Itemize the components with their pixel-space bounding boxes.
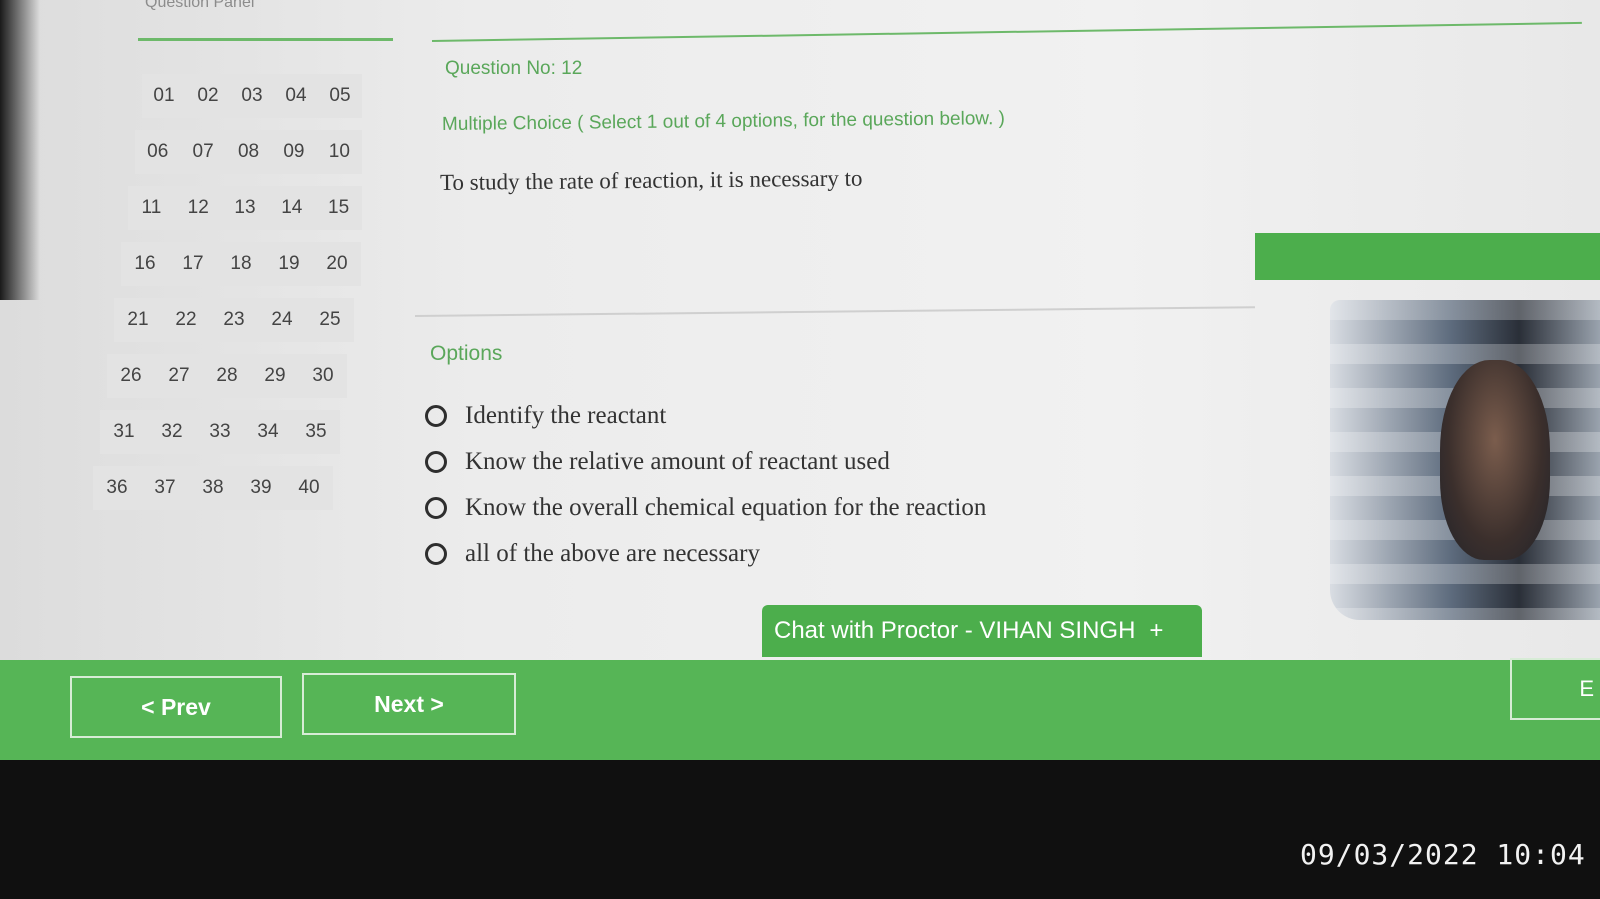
question-grid-row: 16 17 18 19 20: [121, 236, 362, 292]
question-number-button[interactable]: 26: [107, 354, 155, 398]
question-number-button[interactable]: 39: [237, 466, 285, 510]
question-number-button[interactable]: 02: [186, 74, 230, 118]
question-grid-row: 26 27 28 29 30: [107, 348, 362, 404]
question-grid-row: 11 12 13 14 15: [128, 180, 362, 236]
question-number-button[interactable]: 32: [148, 410, 196, 454]
question-number-button[interactable]: 24: [258, 298, 306, 342]
question-divider: [414, 306, 1255, 317]
question-number-button[interactable]: 04: [274, 74, 318, 118]
question-number-button[interactable]: 23: [210, 298, 258, 342]
header-rule: [431, 21, 1582, 42]
option-4-radio[interactable]: [425, 543, 447, 565]
question-number-button[interactable]: 10: [316, 130, 363, 174]
question-number-button[interactable]: 27: [155, 354, 203, 398]
question-number-button[interactable]: 21: [114, 298, 162, 342]
option-3[interactable]: Know the overall chemical equation for t…: [425, 485, 986, 531]
question-number-button[interactable]: 30: [299, 354, 347, 398]
question-number-button[interactable]: 03: [230, 74, 274, 118]
end-exam-button[interactable]: E: [1510, 658, 1600, 720]
question-number-button[interactable]: 11: [128, 186, 175, 230]
question-number-button[interactable]: 20: [313, 242, 361, 286]
question-number-button[interactable]: 06: [135, 130, 181, 174]
question-number-button[interactable]: 35: [292, 410, 340, 454]
options-list: Identify the reactant Know the relative …: [425, 393, 986, 577]
question-grid-row: 31 32 33 34 35: [100, 404, 362, 460]
question-number-button[interactable]: 17: [169, 242, 217, 286]
question-number-button[interactable]: 29: [251, 354, 299, 398]
next-button[interactable]: Next >: [302, 673, 516, 735]
question-number-button[interactable]: 18: [217, 242, 265, 286]
question-grid-row: 06 07 08 09 10: [135, 124, 363, 180]
question-number-button[interactable]: 31: [100, 410, 148, 454]
monitor-bezel: [0, 0, 40, 300]
question-panel-title: Question Panel: [145, 0, 255, 11]
question-number-button[interactable]: 15: [315, 186, 362, 230]
question-number-button[interactable]: 14: [268, 186, 316, 230]
question-grid-row: 01 02 03 04 05: [142, 68, 362, 124]
question-number-button[interactable]: 19: [265, 242, 313, 286]
question-number-button[interactable]: 22: [162, 298, 210, 342]
question-number-button[interactable]: 40: [285, 466, 333, 510]
question-number-button[interactable]: 08: [225, 130, 272, 174]
exam-screen: Question Panel 01 02 03 04 05 06 07 08 09 10 11 12 1…: [0, 0, 1600, 760]
option-4[interactable]: all of the above are necessary: [425, 531, 986, 577]
question-number-button[interactable]: 25: [306, 298, 354, 342]
question-number-button[interactable]: 12: [174, 186, 222, 230]
prev-button[interactable]: < Prev: [70, 676, 282, 738]
question-number-button[interactable]: 16: [121, 242, 169, 286]
question-number-button[interactable]: 37: [141, 466, 189, 510]
option-2-radio[interactable]: [425, 451, 447, 473]
option-1[interactable]: Identify the reactant: [425, 393, 986, 439]
plus-icon: +: [1149, 617, 1164, 644]
webcam-video: [1330, 300, 1600, 620]
candidate-face: [1440, 360, 1550, 560]
question-number-button[interactable]: 13: [221, 186, 269, 230]
options-label: Options: [430, 342, 503, 365]
question-grid-row: 21 22 23 24 25: [114, 292, 362, 348]
proctor-video-header: [1255, 233, 1600, 280]
option-3-radio[interactable]: [425, 497, 447, 519]
question-number-button[interactable]: 28: [203, 354, 251, 398]
option-1-radio[interactable]: [425, 405, 447, 427]
question-number-button[interactable]: 38: [189, 466, 237, 510]
question-number-grid: 01 02 03 04 05 06 07 08 09 10 11 12 13 14 15 16 17 18 19 20…: [92, 68, 363, 516]
option-2[interactable]: Know the relative amount of reactant use…: [425, 439, 986, 485]
chat-with-proctor-button[interactable]: Chat with Proctor - VIHAN SINGH +: [762, 605, 1202, 657]
question-number-button[interactable]: 36: [93, 466, 141, 510]
option-1-label: Identify the reactant: [465, 402, 667, 429]
option-2-label: Know the relative amount of reactant use…: [465, 448, 890, 475]
option-3-label: Know the overall chemical equation for t…: [465, 494, 987, 521]
question-number-label: Question No: 12: [445, 58, 583, 79]
question-number-button[interactable]: 34: [244, 410, 292, 454]
question-type-label: Multiple Choice ( Select 1 out of 4 opti…: [441, 108, 1006, 135]
question-number-button[interactable]: 01: [142, 74, 186, 118]
question-number-button[interactable]: 07: [180, 130, 226, 174]
camera-timestamp: 09/03/2022 10:04: [1300, 838, 1586, 871]
question-number-button[interactable]: 33: [196, 410, 244, 454]
chat-with-proctor-label: Chat with Proctor - VIHAN SINGH: [774, 617, 1136, 644]
question-number-button[interactable]: 05: [318, 74, 362, 118]
question-number-button[interactable]: 09: [271, 130, 317, 174]
question-text: To study the rate of reaction, it is nec…: [439, 165, 863, 195]
question-panel-rule: [138, 38, 393, 41]
question-grid-row: 36 37 38 39 40: [93, 460, 362, 516]
option-4-label: all of the above are necessary: [465, 540, 760, 567]
